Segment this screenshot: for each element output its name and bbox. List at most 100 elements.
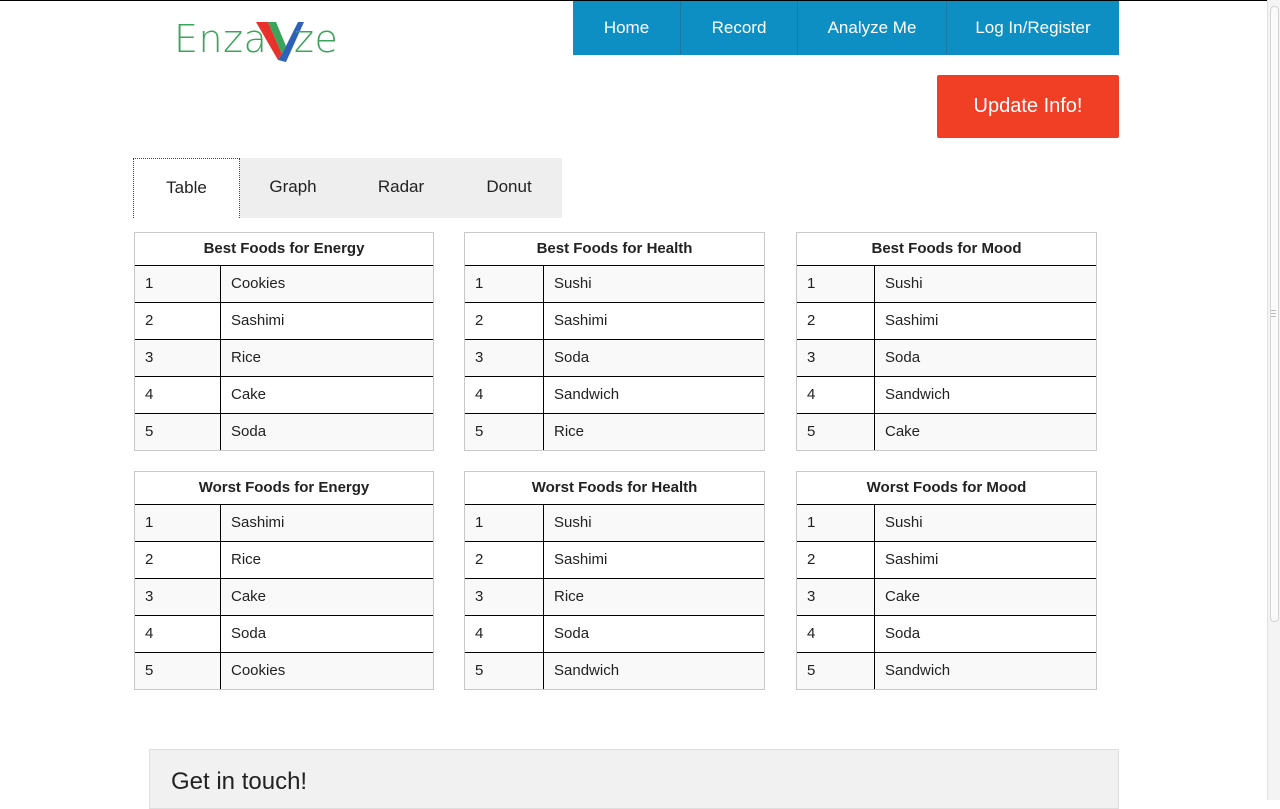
table-worst-health: Worst Foods for Health 1 Sushi 2 Sashimi 3 Ric… xyxy=(464,471,765,690)
rank-cell: 5 xyxy=(135,653,221,689)
nav-home[interactable]: Home xyxy=(573,1,681,55)
food-cell: Sashimi xyxy=(885,551,939,568)
food-cell: Sushi xyxy=(554,514,592,531)
table-row: 5 Rice xyxy=(465,414,764,450)
rank-cell: 2 xyxy=(465,542,544,578)
rank-cell: 2 xyxy=(797,542,875,578)
food-cell: Soda xyxy=(885,349,921,366)
table-row: 2 Sashimi xyxy=(135,303,433,340)
food-cell: Sandwich xyxy=(554,662,620,679)
main-nav: Home Record Analyze Me Log In/Register xyxy=(573,1,1119,55)
food-cell: Cookies xyxy=(231,275,286,292)
food-cell: Soda xyxy=(554,625,590,642)
food-cell: Sushi xyxy=(554,275,592,292)
table-row: 2 Sashimi xyxy=(465,303,764,340)
food-cell: Sashimi xyxy=(231,312,285,329)
tab-table[interactable]: Table xyxy=(133,158,240,218)
table-row: 5 Soda xyxy=(135,414,433,450)
table-title: Worst Foods for Health xyxy=(465,472,764,505)
food-cell: Rice xyxy=(554,423,585,440)
food-cell: Sashimi xyxy=(885,312,939,329)
rank-cell: 4 xyxy=(135,616,221,652)
rank-cell: 4 xyxy=(797,377,875,413)
table-title: Best Foods for Energy xyxy=(135,233,433,266)
food-cell: Soda xyxy=(885,625,921,642)
table-best-energy: Best Foods for Energy 1 Cookies 2 Sashimi 3 Ri… xyxy=(134,232,434,451)
table-row: 3 Rice xyxy=(465,579,764,616)
table-row: 3 Cake xyxy=(797,579,1096,616)
food-cell: Rice xyxy=(554,588,585,605)
table-row: 4 Soda xyxy=(465,616,764,653)
table-best-health: Best Foods for Health 1 Sushi 2 Sashimi 3 Soda… xyxy=(464,232,765,451)
table-row: 1 Sashimi xyxy=(135,505,433,542)
table-row: 2 Sashimi xyxy=(465,542,764,579)
food-cell: Cake xyxy=(885,423,921,440)
rank-cell: 1 xyxy=(797,266,875,302)
table-row: 5 Sandwich xyxy=(465,653,764,689)
table-row: 3 Cake xyxy=(135,579,433,616)
nav-login-register[interactable]: Log In/Register xyxy=(947,1,1119,55)
food-cell: Sushi xyxy=(885,275,923,292)
table-row: 4 Cake xyxy=(135,377,433,414)
rank-cell: 2 xyxy=(135,303,221,339)
rank-cell: 5 xyxy=(465,653,544,689)
rank-cell: 3 xyxy=(465,579,544,615)
table-row: 5 Cake xyxy=(797,414,1096,450)
table-title: Best Foods for Mood xyxy=(797,233,1096,266)
page-scrollbar[interactable] xyxy=(1267,0,1280,800)
rank-cell: 5 xyxy=(797,653,875,689)
rank-cell: 4 xyxy=(135,377,221,413)
rank-cell: 3 xyxy=(135,579,221,615)
nav-record[interactable]: Record xyxy=(681,1,798,55)
rank-cell: 2 xyxy=(465,303,544,339)
rank-cell: 1 xyxy=(797,505,875,541)
food-cell: Soda xyxy=(554,349,590,366)
rank-cell: 2 xyxy=(135,542,221,578)
table-row: 5 Sandwich xyxy=(797,653,1096,689)
rank-cell: 4 xyxy=(465,616,544,652)
rank-cell: 3 xyxy=(797,579,875,615)
rank-cell: 5 xyxy=(135,414,221,450)
enzalyze-logo[interactable]: Enza ze xyxy=(174,16,354,62)
food-cell: Cake xyxy=(231,588,267,605)
food-cell: Soda xyxy=(231,625,267,642)
rank-cell: 2 xyxy=(797,303,875,339)
table-row: 2 Sashimi xyxy=(797,542,1096,579)
food-cell: Cake xyxy=(885,588,921,605)
food-cell: Cake xyxy=(231,386,267,403)
food-cell: Sashimi xyxy=(231,514,285,531)
tab-graph[interactable]: Graph xyxy=(240,158,346,218)
table-title: Best Foods for Health xyxy=(465,233,764,266)
food-cell: Cookies xyxy=(231,662,286,679)
rank-cell: 1 xyxy=(465,505,544,541)
food-cell: Rice xyxy=(231,349,262,366)
table-title: Worst Foods for Mood xyxy=(797,472,1096,505)
update-info-button[interactable]: Update Info! xyxy=(937,75,1119,138)
table-row: 4 Soda xyxy=(135,616,433,653)
tab-radar[interactable]: Radar xyxy=(346,158,456,218)
table-row: 1 Sushi xyxy=(465,266,764,303)
nav-analyze-me[interactable]: Analyze Me xyxy=(798,1,947,55)
table-row: 3 Rice xyxy=(135,340,433,377)
table-row: 1 Sushi xyxy=(465,505,764,542)
contact-section: Get in touch! xyxy=(149,749,1119,809)
food-cell: Sushi xyxy=(885,514,923,531)
food-cell: Sashimi xyxy=(554,551,608,568)
rank-cell: 1 xyxy=(135,266,221,302)
table-title: Worst Foods for Energy xyxy=(135,472,433,505)
rank-cell: 1 xyxy=(135,505,221,541)
food-cell: Sandwich xyxy=(885,386,951,403)
table-row: 4 Sandwich xyxy=(797,377,1096,414)
logo-text-right: ze xyxy=(294,17,339,61)
rank-cell: 3 xyxy=(465,340,544,376)
table-row: 4 Soda xyxy=(797,616,1096,653)
rank-cell: 3 xyxy=(135,340,221,376)
table-row: 2 Rice xyxy=(135,542,433,579)
table-row: 5 Cookies xyxy=(135,653,433,689)
table-best-mood: Best Foods for Mood 1 Sushi 2 Sashimi 3 Soda 4 S… xyxy=(796,232,1097,451)
scrollbar-grip-icon xyxy=(1271,310,1276,318)
food-cell: Rice xyxy=(231,551,262,568)
tab-donut[interactable]: Donut xyxy=(456,158,562,218)
food-cell: Sandwich xyxy=(554,386,620,403)
table-worst-mood: Worst Foods for Mood 1 Sushi 2 Sashimi 3 Cake 4… xyxy=(796,471,1097,690)
